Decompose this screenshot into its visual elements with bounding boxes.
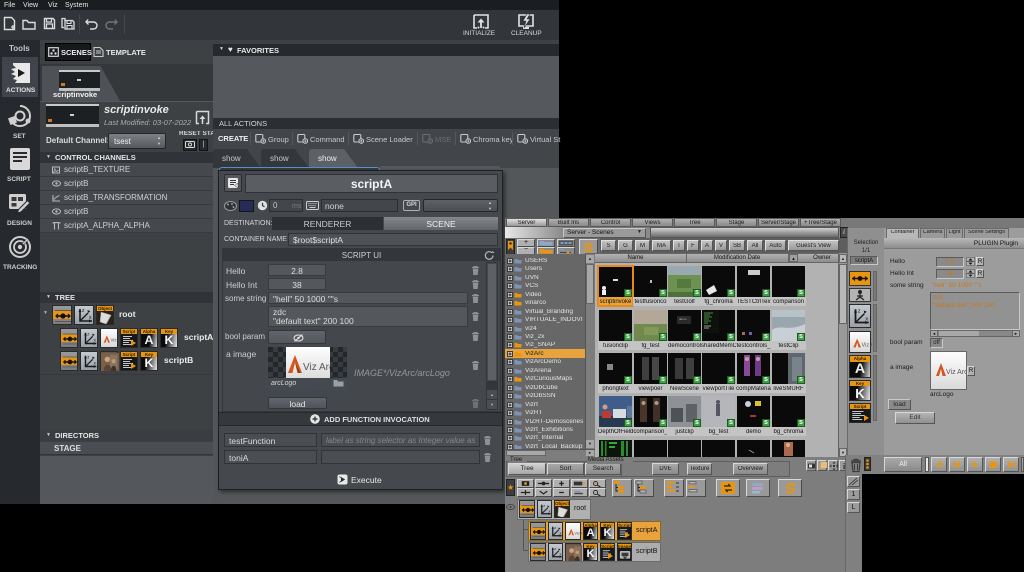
svg-text:x: x [865, 316, 868, 322]
svg-text:Viz Ar: Viz Ar [110, 338, 119, 343]
svg-text:demo: demo [679, 317, 687, 321]
svg-text:Viz Ar: Viz Ar [862, 342, 872, 348]
svg-text:z: z [858, 309, 861, 315]
svg-text:z: z [554, 547, 556, 551]
svg-text:Viz Arc: Viz Arc [303, 362, 330, 373]
svg-text:x: x [560, 552, 562, 556]
svg-text:z: z [87, 354, 90, 359]
svg-text:z: z [543, 504, 545, 508]
svg-text:x: x [94, 361, 97, 366]
svg-text:x: x [549, 509, 551, 513]
svg-text:Viz Ar: Viz Ar [574, 530, 582, 535]
svg-text:x: x [94, 338, 97, 343]
svg-text:z: z [82, 308, 85, 314]
svg-text:Viz Arc: Viz Arc [946, 369, 966, 376]
svg-text:x: x [560, 531, 562, 535]
svg-text:x: x [89, 315, 92, 321]
svg-text:z: z [554, 526, 556, 530]
svg-text:z: z [87, 331, 90, 336]
